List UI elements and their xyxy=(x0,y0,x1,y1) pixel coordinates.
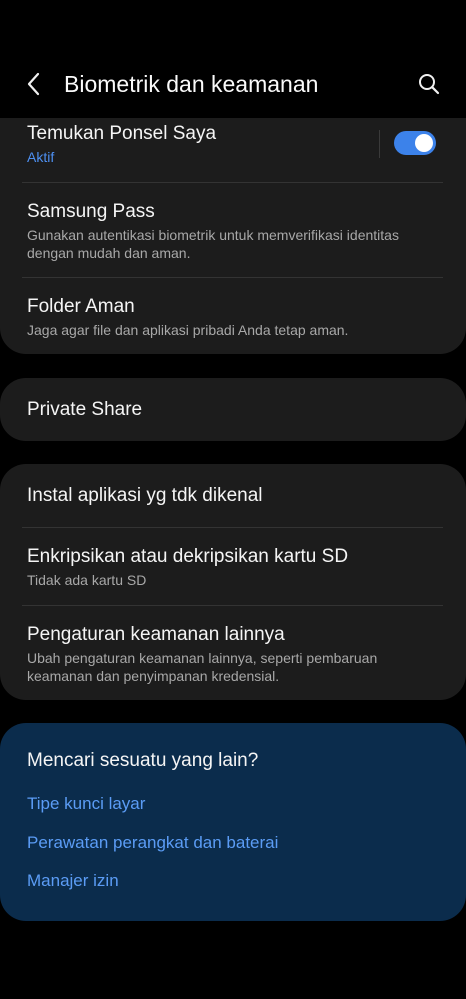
security-card-primary: Temukan Ponsel Saya Aktif Samsung Pass G… xyxy=(0,118,466,354)
private-share-card: Private Share xyxy=(0,378,466,441)
private-share-row[interactable]: Private Share xyxy=(0,378,466,441)
search-button[interactable] xyxy=(415,70,443,98)
search-icon xyxy=(419,74,440,95)
find-my-phone-title: Temukan Ponsel Saya xyxy=(27,123,217,144)
other-security-settings-subtitle: Ubah pengaturan keamanan lainnya, sepert… xyxy=(27,650,378,684)
screen-lock-type-link[interactable]: Tipe kunci layar xyxy=(27,793,145,815)
find-my-phone-status: Aktif xyxy=(27,149,55,165)
back-button[interactable] xyxy=(20,70,48,98)
permission-manager-link[interactable]: Manajer izin xyxy=(27,870,119,892)
app-bar: Biometrik dan keamanan xyxy=(0,56,466,112)
suggestions-card: Mencari sesuatu yang lain? Tipe kunci la… xyxy=(0,723,466,921)
toggle-knob xyxy=(415,134,433,152)
samsung-pass-row[interactable]: Samsung Pass Gunakan autentikasi biometr… xyxy=(0,183,466,277)
other-security-settings-row[interactable]: Pengaturan keamanan lainnya Ubah pengatu… xyxy=(0,606,466,700)
samsung-pass-subtitle: Gunakan autentikasi biometrik untuk memv… xyxy=(27,227,399,261)
page-title: Biometrik dan keamanan xyxy=(64,71,319,97)
encrypt-sd-title: Enkripsikan atau dekripsikan kartu SD xyxy=(27,546,349,567)
secure-folder-title: Folder Aman xyxy=(27,296,135,317)
find-my-phone-row[interactable]: Temukan Ponsel Saya Aktif xyxy=(0,118,466,182)
secure-folder-row[interactable]: Folder Aman Jaga agar file dan aplikasi … xyxy=(0,278,466,354)
private-share-title: Private Share xyxy=(27,399,143,420)
other-security-settings-title: Pengaturan keamanan lainnya xyxy=(27,624,285,645)
suggestions-title: Mencari sesuatu yang lain? xyxy=(27,750,259,771)
encrypt-sd-row[interactable]: Enkripsikan atau dekripsikan kartu SD Ti… xyxy=(0,528,466,605)
encrypt-sd-subtitle: Tidak ada kartu SD xyxy=(27,572,147,588)
security-card-secondary: Instal aplikasi yg tdk dikenal Enkripsik… xyxy=(0,464,466,700)
row-separator xyxy=(379,130,380,158)
samsung-pass-title: Samsung Pass xyxy=(27,201,155,222)
install-unknown-apps-title: Instal aplikasi yg tdk dikenal xyxy=(27,485,263,506)
find-my-phone-toggle[interactable] xyxy=(394,131,436,155)
install-unknown-apps-row[interactable]: Instal aplikasi yg tdk dikenal xyxy=(0,464,466,527)
secure-folder-subtitle: Jaga agar file dan aplikasi pribadi Anda… xyxy=(27,322,349,338)
chevron-left-icon xyxy=(27,72,40,96)
device-care-link[interactable]: Perawatan perangkat dan baterai xyxy=(27,832,278,854)
